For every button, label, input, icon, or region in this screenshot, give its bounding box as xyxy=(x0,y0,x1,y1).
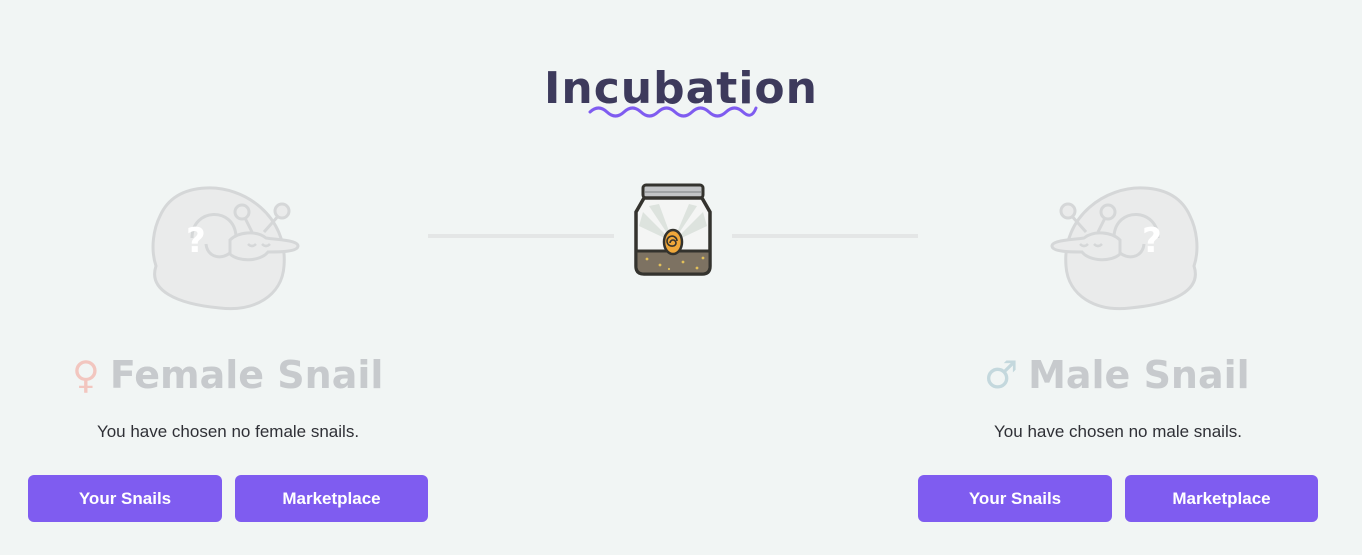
female-your-snails-button[interactable]: Your Snails xyxy=(28,475,222,522)
male-empty-message: You have chosen no male snails. xyxy=(994,422,1242,441)
female-symbol-icon: ♀ xyxy=(72,353,100,397)
female-empty-message: You have chosen no female snails. xyxy=(96,422,360,441)
male-snail-title: ♂ Male Snail xyxy=(984,348,1250,402)
female-marketplace-button[interactable]: Marketplace xyxy=(235,475,428,522)
male-marketplace-button[interactable]: Marketplace xyxy=(1125,475,1318,522)
male-title-label: Male Snail xyxy=(1028,353,1250,397)
svg-text:?: ? xyxy=(1142,221,1162,261)
snail-placeholder-icon: ? xyxy=(1050,186,1199,311)
right-connector-line xyxy=(732,234,918,238)
female-title-label: Female Snail xyxy=(109,353,384,397)
female-snail-title: ♀ Female Snail xyxy=(72,348,383,402)
snail-placeholder-icon: ? xyxy=(151,186,300,311)
jar-icon xyxy=(634,183,712,276)
wave-icon xyxy=(588,106,758,118)
male-your-snails-button[interactable]: Your Snails xyxy=(918,475,1112,522)
left-connector-line xyxy=(428,234,614,238)
male-symbol-icon: ♂ xyxy=(984,353,1019,397)
svg-text:?: ? xyxy=(186,221,206,261)
